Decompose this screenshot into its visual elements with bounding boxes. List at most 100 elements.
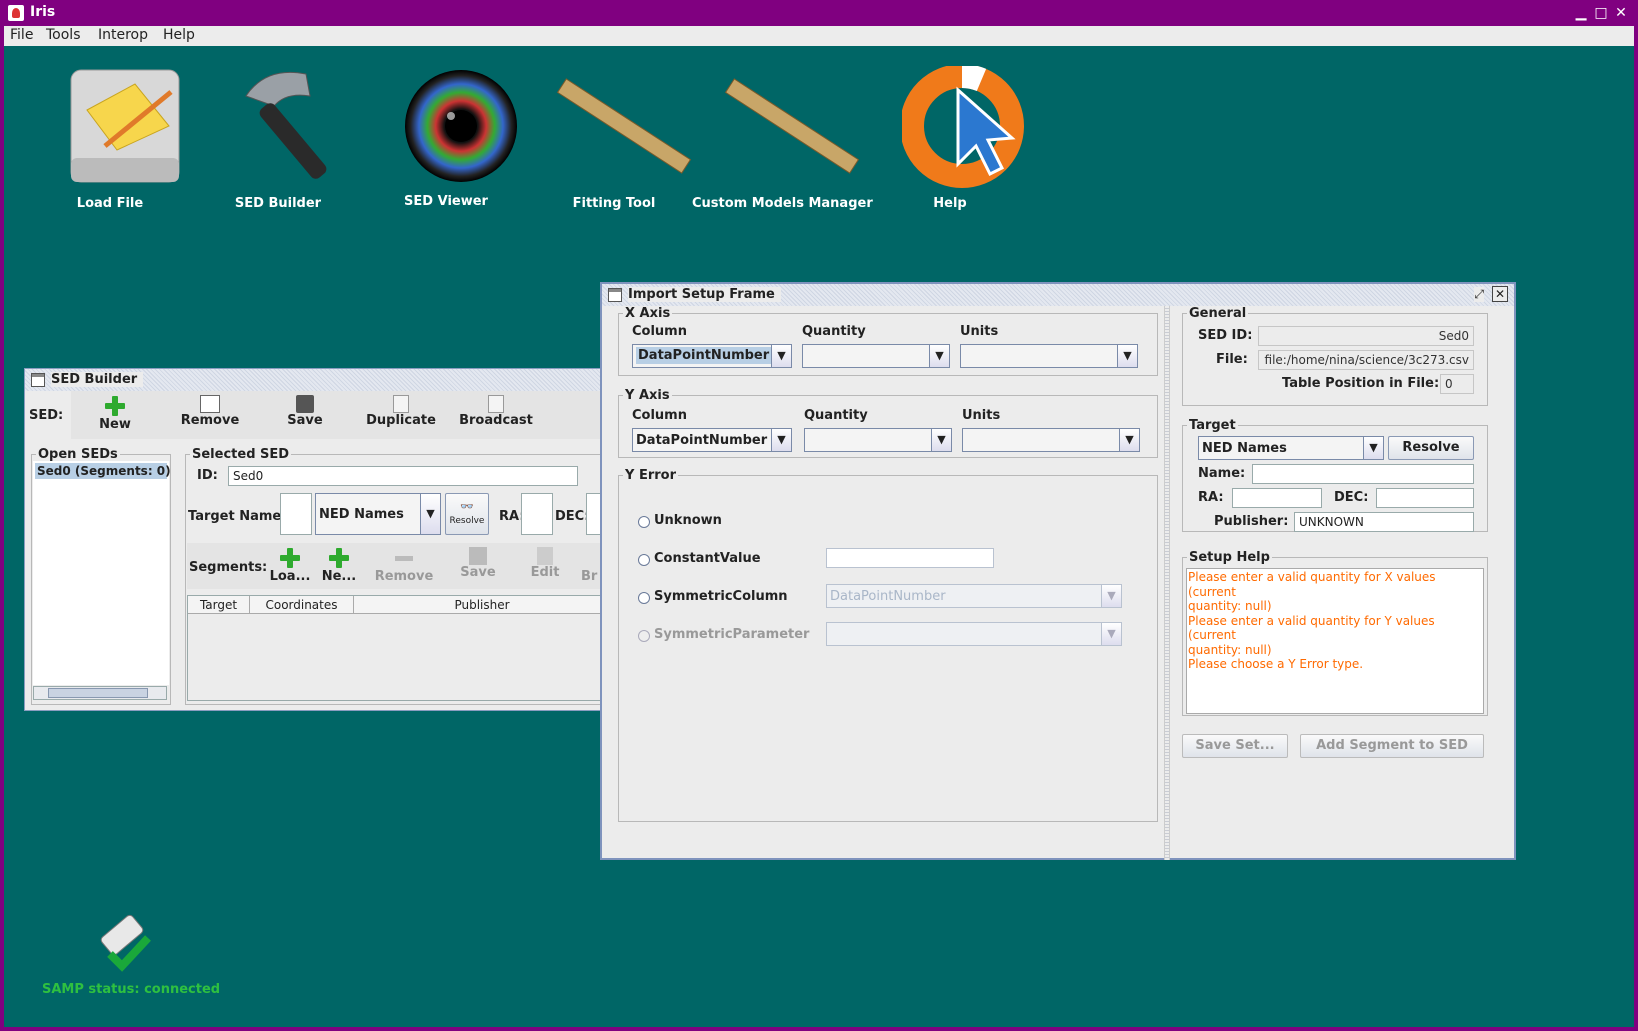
load-file-label: Load File [76, 196, 144, 211]
unknown-label: Unknown [654, 513, 722, 528]
ra-field[interactable] [1232, 488, 1322, 508]
help-launcher[interactable]: Help [860, 64, 1040, 211]
remove-window-icon [200, 395, 220, 413]
split-divider[interactable] [1164, 306, 1170, 860]
edit-segment-button[interactable]: Edit [523, 547, 567, 580]
publisher-field[interactable]: UNKNOWN [1294, 512, 1474, 532]
help-line: Please choose a Y Error type. [1188, 657, 1364, 671]
load-file-launcher[interactable]: Load File [20, 66, 200, 211]
target-name-field[interactable] [1252, 464, 1474, 484]
ruler-icon [556, 78, 692, 174]
duplicate-sed-button[interactable]: Duplicate [361, 395, 441, 428]
open-seds-legend: Open SEDs [38, 447, 118, 462]
open-seds-list[interactable]: Sed0 (Segments: 0) [33, 461, 171, 685]
save-set-button[interactable]: Save Set... [1182, 734, 1288, 758]
help-line: quantity: null) [1188, 642, 1272, 657]
sed-builder-label: SED Builder [234, 196, 322, 211]
minus-icon [393, 547, 415, 569]
save-segment-button[interactable]: Save [453, 547, 503, 580]
resolver-combo[interactable]: NED Names ▼ [315, 493, 441, 535]
sed-builder-titlebar[interactable]: SED Builder [25, 369, 631, 391]
symmetric-parameter-label: SymmetricParameter [654, 627, 810, 642]
help-line: Please enter a valid quantity for X valu… [1188, 570, 1436, 599]
import-setup-titlebar[interactable]: Import Setup Frame ⤢ ✕ [602, 284, 1514, 306]
horizontal-scrollbar[interactable] [33, 686, 167, 700]
add-icon [279, 547, 301, 569]
scroll-thumb[interactable] [48, 688, 148, 698]
minimize-icon[interactable]: ▁ [1572, 5, 1590, 21]
column-header[interactable]: Coordinates [250, 596, 354, 614]
resolve-button[interactable]: 👓 Resolve [445, 493, 489, 535]
close-icon[interactable]: ✕ [1492, 286, 1508, 302]
x-units-combo[interactable]: ▼ [960, 344, 1138, 368]
symmetric-column-combo[interactable]: DataPointNumber ▼ [826, 584, 1122, 608]
x-quantity-combo[interactable]: ▼ [802, 344, 950, 368]
radio-unknown[interactable] [638, 516, 650, 528]
menu-tools[interactable]: Tools [46, 27, 81, 43]
resolver-value: NED Names [319, 507, 404, 522]
sed-viewer-launcher[interactable]: SED Viewer [356, 66, 536, 209]
menu-file[interactable]: File [10, 27, 33, 43]
chevron-down-icon: ▼ [1117, 345, 1137, 367]
chevron-down-icon: ▼ [1101, 623, 1121, 645]
list-item[interactable]: Sed0 (Segments: 0) [35, 463, 171, 479]
sed-builder-frame: SED Builder SED: New Remove Save Duplica… [24, 368, 632, 711]
load-segment-label: Loa... [269, 569, 311, 584]
chevron-down-icon: ▼ [771, 429, 791, 451]
y-column-combo[interactable]: DataPointNumber ▼ [632, 428, 792, 452]
new-segment-label: Ne... [321, 569, 357, 584]
target-name-label: Target Name: [188, 509, 287, 524]
broadcast-sed-button[interactable]: Broadcast [451, 395, 541, 428]
setup-help-legend: Setup Help [1189, 550, 1270, 565]
broadcast-icon [488, 395, 504, 413]
radio-symmetric-parameter[interactable] [638, 630, 650, 642]
constant-value-field[interactable] [826, 548, 994, 568]
x-column-combo[interactable]: DataPointNumber ▼ [632, 344, 792, 368]
column-header[interactable]: Target [188, 596, 250, 614]
ra-field[interactable] [521, 493, 553, 535]
help-label: Help [933, 196, 967, 211]
menu-interop[interactable]: Interop [98, 27, 148, 43]
chevron-down-icon: ▼ [420, 494, 440, 534]
edit-segment-label: Edit [530, 565, 560, 580]
window-titlebar: Iris ▁ □ ✕ [0, 0, 1638, 26]
add-icon [104, 395, 126, 417]
fitting-tool-launcher[interactable]: Fitting Tool [524, 66, 704, 211]
new-segment-button[interactable]: Ne... [319, 547, 359, 584]
y-quantity-combo[interactable]: ▼ [804, 428, 952, 452]
sed-id-value: Sed0 [1258, 326, 1474, 346]
sed-builder-launcher[interactable]: SED Builder [188, 66, 368, 211]
eye-icon [405, 70, 517, 182]
maximize-icon[interactable]: □ [1592, 5, 1610, 21]
close-icon[interactable]: ✕ [1612, 5, 1630, 21]
lifebuoy-icon [900, 64, 1024, 188]
radio-constant-value[interactable] [638, 554, 650, 566]
menu-help[interactable]: Help [163, 27, 195, 43]
hammer-icon [244, 71, 326, 179]
sed-id-label: SED ID: [1198, 328, 1253, 343]
y-units-combo[interactable]: ▼ [962, 428, 1140, 452]
x-units-label: Units [960, 324, 999, 339]
remove-sed-button[interactable]: Remove [175, 395, 245, 428]
column-header[interactable]: Publisher [354, 596, 610, 614]
ruler-icon [724, 78, 860, 174]
sed-id-field[interactable]: Sed0 [228, 466, 578, 486]
symmetric-column-label: SymmetricColumn [654, 589, 788, 604]
restore-icon[interactable]: ⤢ [1474, 287, 1484, 302]
target-name-field[interactable] [280, 493, 312, 535]
add-icon [328, 547, 350, 569]
radio-symmetric-column[interactable] [638, 592, 650, 604]
symmetric-parameter-combo[interactable]: ▼ [826, 622, 1122, 646]
y-units-label: Units [962, 408, 1001, 423]
load-segment-button[interactable]: Loa... [267, 547, 313, 584]
resolve-button[interactable]: Resolve [1388, 436, 1474, 460]
frame-icon [608, 288, 622, 302]
remove-segment-button[interactable]: Remove [371, 547, 437, 584]
add-segment-button[interactable]: Add Segment to SED [1300, 734, 1484, 758]
segments-table[interactable]: Target Coordinates Publisher [187, 595, 628, 701]
save-sed-button[interactable]: Save [275, 395, 335, 428]
target-resolver-combo[interactable]: NED Names ▼ [1198, 436, 1384, 460]
dec-field[interactable] [1376, 488, 1474, 508]
custom-models-launcher[interactable]: Custom Models Manager [692, 66, 873, 211]
new-sed-button[interactable]: New [85, 395, 145, 432]
